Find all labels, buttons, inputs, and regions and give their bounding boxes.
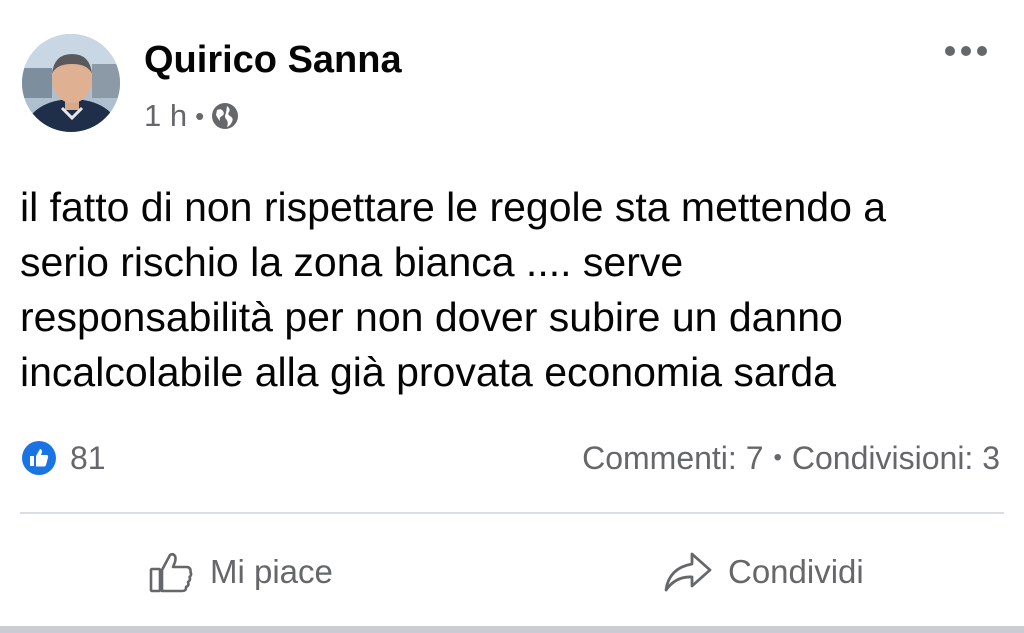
like-button[interactable]: Mi piace <box>148 540 333 604</box>
thumbs-up-icon <box>149 552 193 593</box>
more-options-icon <box>945 46 987 56</box>
like-reaction-icon <box>22 441 56 475</box>
post-card: Quirico Sanna 1 h • il fatto di non risp… <box>0 0 1024 626</box>
avatar-image <box>22 34 120 132</box>
more-options-button[interactable] <box>940 36 992 66</box>
post-stats: Commenti: 7 • Condivisioni: 3 <box>582 440 1000 476</box>
divider <box>20 512 1004 514</box>
post-time[interactable]: 1 h <box>144 98 187 134</box>
feed-separator <box>0 626 1024 633</box>
like-button-label: Mi piace <box>210 553 333 590</box>
reactions-count: 81 <box>70 439 106 476</box>
meta-separator: • <box>195 100 205 131</box>
post-meta: 1 h • <box>144 98 240 134</box>
reactions-summary[interactable]: 81 <box>22 440 106 476</box>
stats-separator: • <box>773 444 782 471</box>
share-arrow-icon <box>664 552 712 592</box>
shares-count[interactable]: Condivisioni: 3 <box>792 440 1000 477</box>
post-text: il fatto di non rispettare le regole sta… <box>20 184 887 395</box>
globe-icon <box>212 103 239 129</box>
author-name[interactable]: Quirico Sanna <box>144 38 402 82</box>
share-button-label: Condividi <box>728 553 864 590</box>
share-button[interactable]: Condividi <box>662 540 864 604</box>
comments-count[interactable]: Commenti: 7 <box>582 440 763 477</box>
avatar[interactable] <box>22 34 120 132</box>
